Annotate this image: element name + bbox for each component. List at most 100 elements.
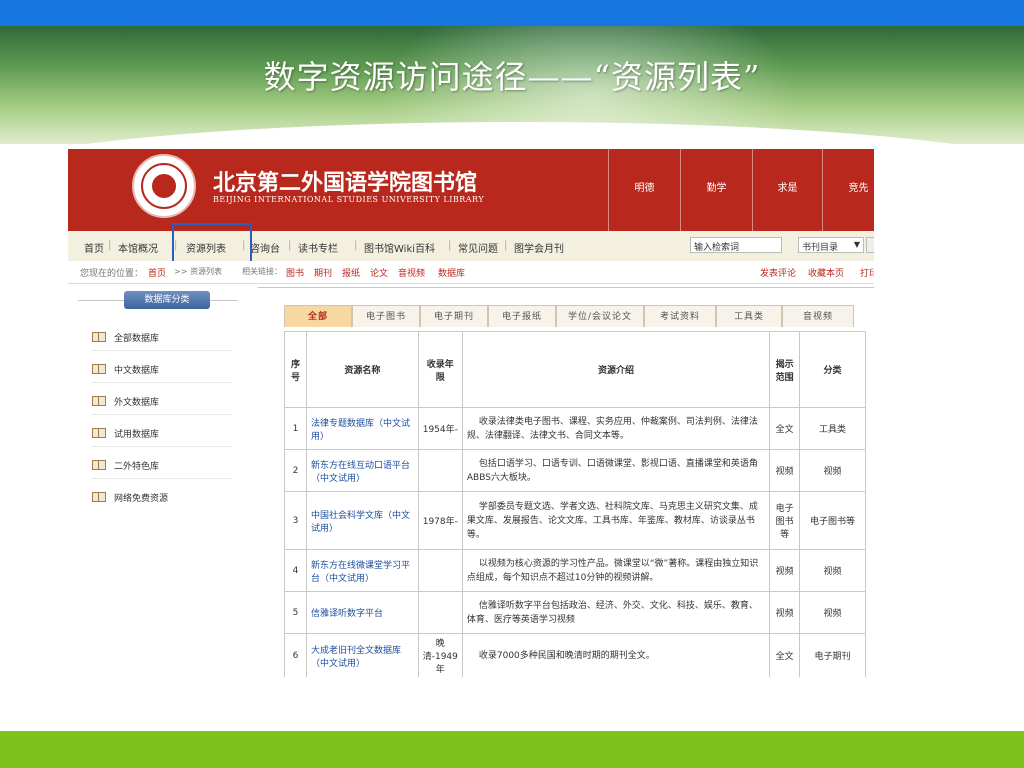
resource-name-link[interactable]: 法律专题数据库（中文试用） xyxy=(305,407,419,450)
sidebar-item-underline xyxy=(92,414,232,415)
book-icon xyxy=(92,332,106,342)
sidebar-item-underline xyxy=(92,478,232,479)
nav-separator: | xyxy=(504,240,508,251)
related-link-theses[interactable]: 论文 xyxy=(370,266,388,279)
row-no: 1 xyxy=(284,407,307,450)
breadcrumb-home-link[interactable]: 首页 xyxy=(148,266,166,279)
resource-name-link[interactable]: 中国社会科学文库（中文试用） xyxy=(305,491,419,550)
related-link-books[interactable]: 图书 xyxy=(286,266,304,279)
tab-av[interactable]: 音视频 xyxy=(782,305,854,327)
resource-name-link[interactable]: 新东方在线微课堂学习平台（中文试用） xyxy=(305,549,419,592)
library-logo[interactable] xyxy=(132,154,196,218)
header-years: 收录年限 xyxy=(417,331,463,408)
tab-all[interactable]: 全部 xyxy=(284,305,352,327)
table-row: 3 中国社会科学文库（中文试用） 1978年- 学部委员专题文选、学者文选、社科… xyxy=(284,491,866,550)
sidebar-item-special[interactable]: 二外特色库 xyxy=(92,459,232,479)
breadcrumb-location-label: 您现在的位置： xyxy=(80,269,144,279)
tab-theses[interactable]: 学位/会议论文 xyxy=(556,305,644,327)
nav-item-faq[interactable]: 常见问题 xyxy=(458,240,498,255)
database-sidebar: 数据库分类 全部数据库 中文数据库 外文数据库 试用数据库 二外特色库 网络免费… xyxy=(78,291,238,509)
sidebar-item-underline xyxy=(92,382,232,383)
row-years xyxy=(417,591,463,634)
row-scope: 全文 xyxy=(769,407,801,450)
category-tabs: 全部 电子图书 电子期刊 电子报纸 学位/会议论文 考试资料 工具类 音视频 xyxy=(284,305,866,327)
breadcrumb: 您现在的位置： 首页 >> 资源列表 相关链接： 图书 期刊 报纸 论文 音视频… xyxy=(68,261,874,284)
tab-enewspapers[interactable]: 电子报纸 xyxy=(488,305,556,327)
table-row: 1 法律专题数据库（中文试用） 1954年- 收录法律类电子图书、课程、实务应用… xyxy=(284,407,866,450)
nav-separator: | xyxy=(354,240,358,251)
library-screenshot: 北京第二外国语学院图书馆 BEIJING INTERNATIONAL STUDI… xyxy=(68,149,874,677)
related-link-av[interactable]: 音视频 xyxy=(398,266,425,279)
table-row: 2 新东方在线互动口语平台（中文试用） 包括口语学习、口语专训、口语微课堂、影视… xyxy=(284,449,866,492)
sidebar-item-label: 网络免费资源 xyxy=(114,494,169,504)
row-years xyxy=(417,449,463,492)
nav-item-monthly[interactable]: 图学会月刊 xyxy=(514,240,564,255)
sidebar-item-underline xyxy=(92,446,232,447)
search-input[interactable]: 输入检索词 xyxy=(690,237,782,253)
nav-item-wiki[interactable]: 图书馆Wiki百科 xyxy=(364,240,435,255)
nav-separator: | xyxy=(448,240,452,251)
comment-link[interactable]: 发表评论 xyxy=(760,266,796,279)
slide-title: 数字资源访问途径——“资源列表” xyxy=(263,58,761,96)
motto-3: 求是 xyxy=(752,149,822,231)
table-row: 4 新东方在线微课堂学习平台（中文试用） 以视频为核心资源的学习性产品。微课堂以… xyxy=(284,549,866,592)
resource-name-link[interactable]: 大成老旧刊全文数据库（中文试用） xyxy=(305,633,419,677)
nav-item-home[interactable]: 首页 xyxy=(84,240,104,255)
slide-bottom-bar xyxy=(0,731,1024,768)
tab-exam[interactable]: 考试资料 xyxy=(644,305,716,327)
book-icon xyxy=(92,492,106,502)
header-category: 分类 xyxy=(799,331,866,408)
resource-name-link[interactable]: 信雅译听数字平台 xyxy=(305,591,419,634)
resource-name-link[interactable]: 新东方在线互动口语平台（中文试用） xyxy=(305,449,419,492)
chevron-down-icon: ▼ xyxy=(853,240,860,249)
nav-separator: | xyxy=(108,240,112,251)
row-category: 电子期刊 xyxy=(799,633,866,677)
sidebar-item-label: 中文数据库 xyxy=(114,366,160,376)
catalog-select-value: 书刊目录 xyxy=(802,243,839,253)
bookmark-link[interactable]: 收藏本页 xyxy=(808,266,844,279)
related-link-databases[interactable]: 数据库 xyxy=(438,266,465,279)
sidebar-item-chinese[interactable]: 中文数据库 xyxy=(92,363,232,383)
nav-item-consult[interactable]: 咨询台 xyxy=(250,240,280,255)
print-link[interactable]: 打印 xyxy=(860,266,874,279)
related-link-newspapers[interactable]: 报纸 xyxy=(342,266,360,279)
sidebar-item-foreign[interactable]: 外文数据库 xyxy=(92,395,232,415)
header-name: 资源名称 xyxy=(305,331,419,408)
row-intro: 包括口语学习、口语专训、口语微课堂、影视口语、直播课堂和英语角ABBS六大板块。 xyxy=(461,449,771,492)
row-category: 工具类 xyxy=(799,407,866,450)
related-link-journals[interactable]: 期刊 xyxy=(314,266,332,279)
resource-list-highlight-box xyxy=(172,223,252,265)
sidebar-item-trial[interactable]: 试用数据库 xyxy=(92,427,232,447)
sidebar-item-label: 外文数据库 xyxy=(114,398,160,408)
nav-item-reading[interactable]: 读书专栏 xyxy=(298,240,338,255)
row-category: 视频 xyxy=(799,591,866,634)
sidebar-item-label: 全部数据库 xyxy=(114,334,160,344)
book-icon xyxy=(92,364,106,374)
row-no: 5 xyxy=(284,591,307,634)
library-name-cn: 北京第二外国语学院图书馆 xyxy=(213,170,478,196)
search-button[interactable] xyxy=(866,237,874,253)
book-icon xyxy=(92,460,106,470)
nav-item-about[interactable]: 本馆概况 xyxy=(118,240,158,255)
row-intro: 信雅译听数字平台包括政治、经济、外交、文化、科技、娱乐、教育、体育、医疗等英语学… xyxy=(461,591,771,634)
sidebar-item-all[interactable]: 全部数据库 xyxy=(92,331,232,351)
tab-ejournals[interactable]: 电子期刊 xyxy=(420,305,488,327)
row-category: 电子图书等 xyxy=(799,491,866,550)
header-intro: 资源介绍 xyxy=(461,331,771,408)
sidebar-title: 数据库分类 xyxy=(124,291,210,309)
tab-tools[interactable]: 工具类 xyxy=(716,305,782,327)
breadcrumb-current: >> 资源列表 xyxy=(174,267,222,276)
sidebar-item-label: 二外特色库 xyxy=(114,462,160,472)
catalog-select[interactable]: 书刊目录 ▼ xyxy=(798,237,864,253)
sidebar-item-free[interactable]: 网络免费资源 xyxy=(92,491,168,509)
row-intro: 收录法律类电子图书、课程、实务应用、仲裁案例、司法判例、法律法规、法律翻译、法律… xyxy=(461,407,771,450)
book-icon xyxy=(92,396,106,406)
tab-ebooks[interactable]: 电子图书 xyxy=(352,305,420,327)
row-intro: 收录7000多种民国和晚清时期的期刊全文。 xyxy=(461,633,771,677)
sidebar-item-underline xyxy=(92,350,232,351)
row-intro: 以视频为核心资源的学习性产品。微课堂以“微”著称。课程由独立知识点组成，每个知识… xyxy=(461,549,771,592)
row-scope: 电子图书等 xyxy=(769,491,801,550)
logo-core xyxy=(152,174,176,198)
sidebar-item-label: 试用数据库 xyxy=(114,430,160,440)
header-no: 序号 xyxy=(284,331,307,408)
